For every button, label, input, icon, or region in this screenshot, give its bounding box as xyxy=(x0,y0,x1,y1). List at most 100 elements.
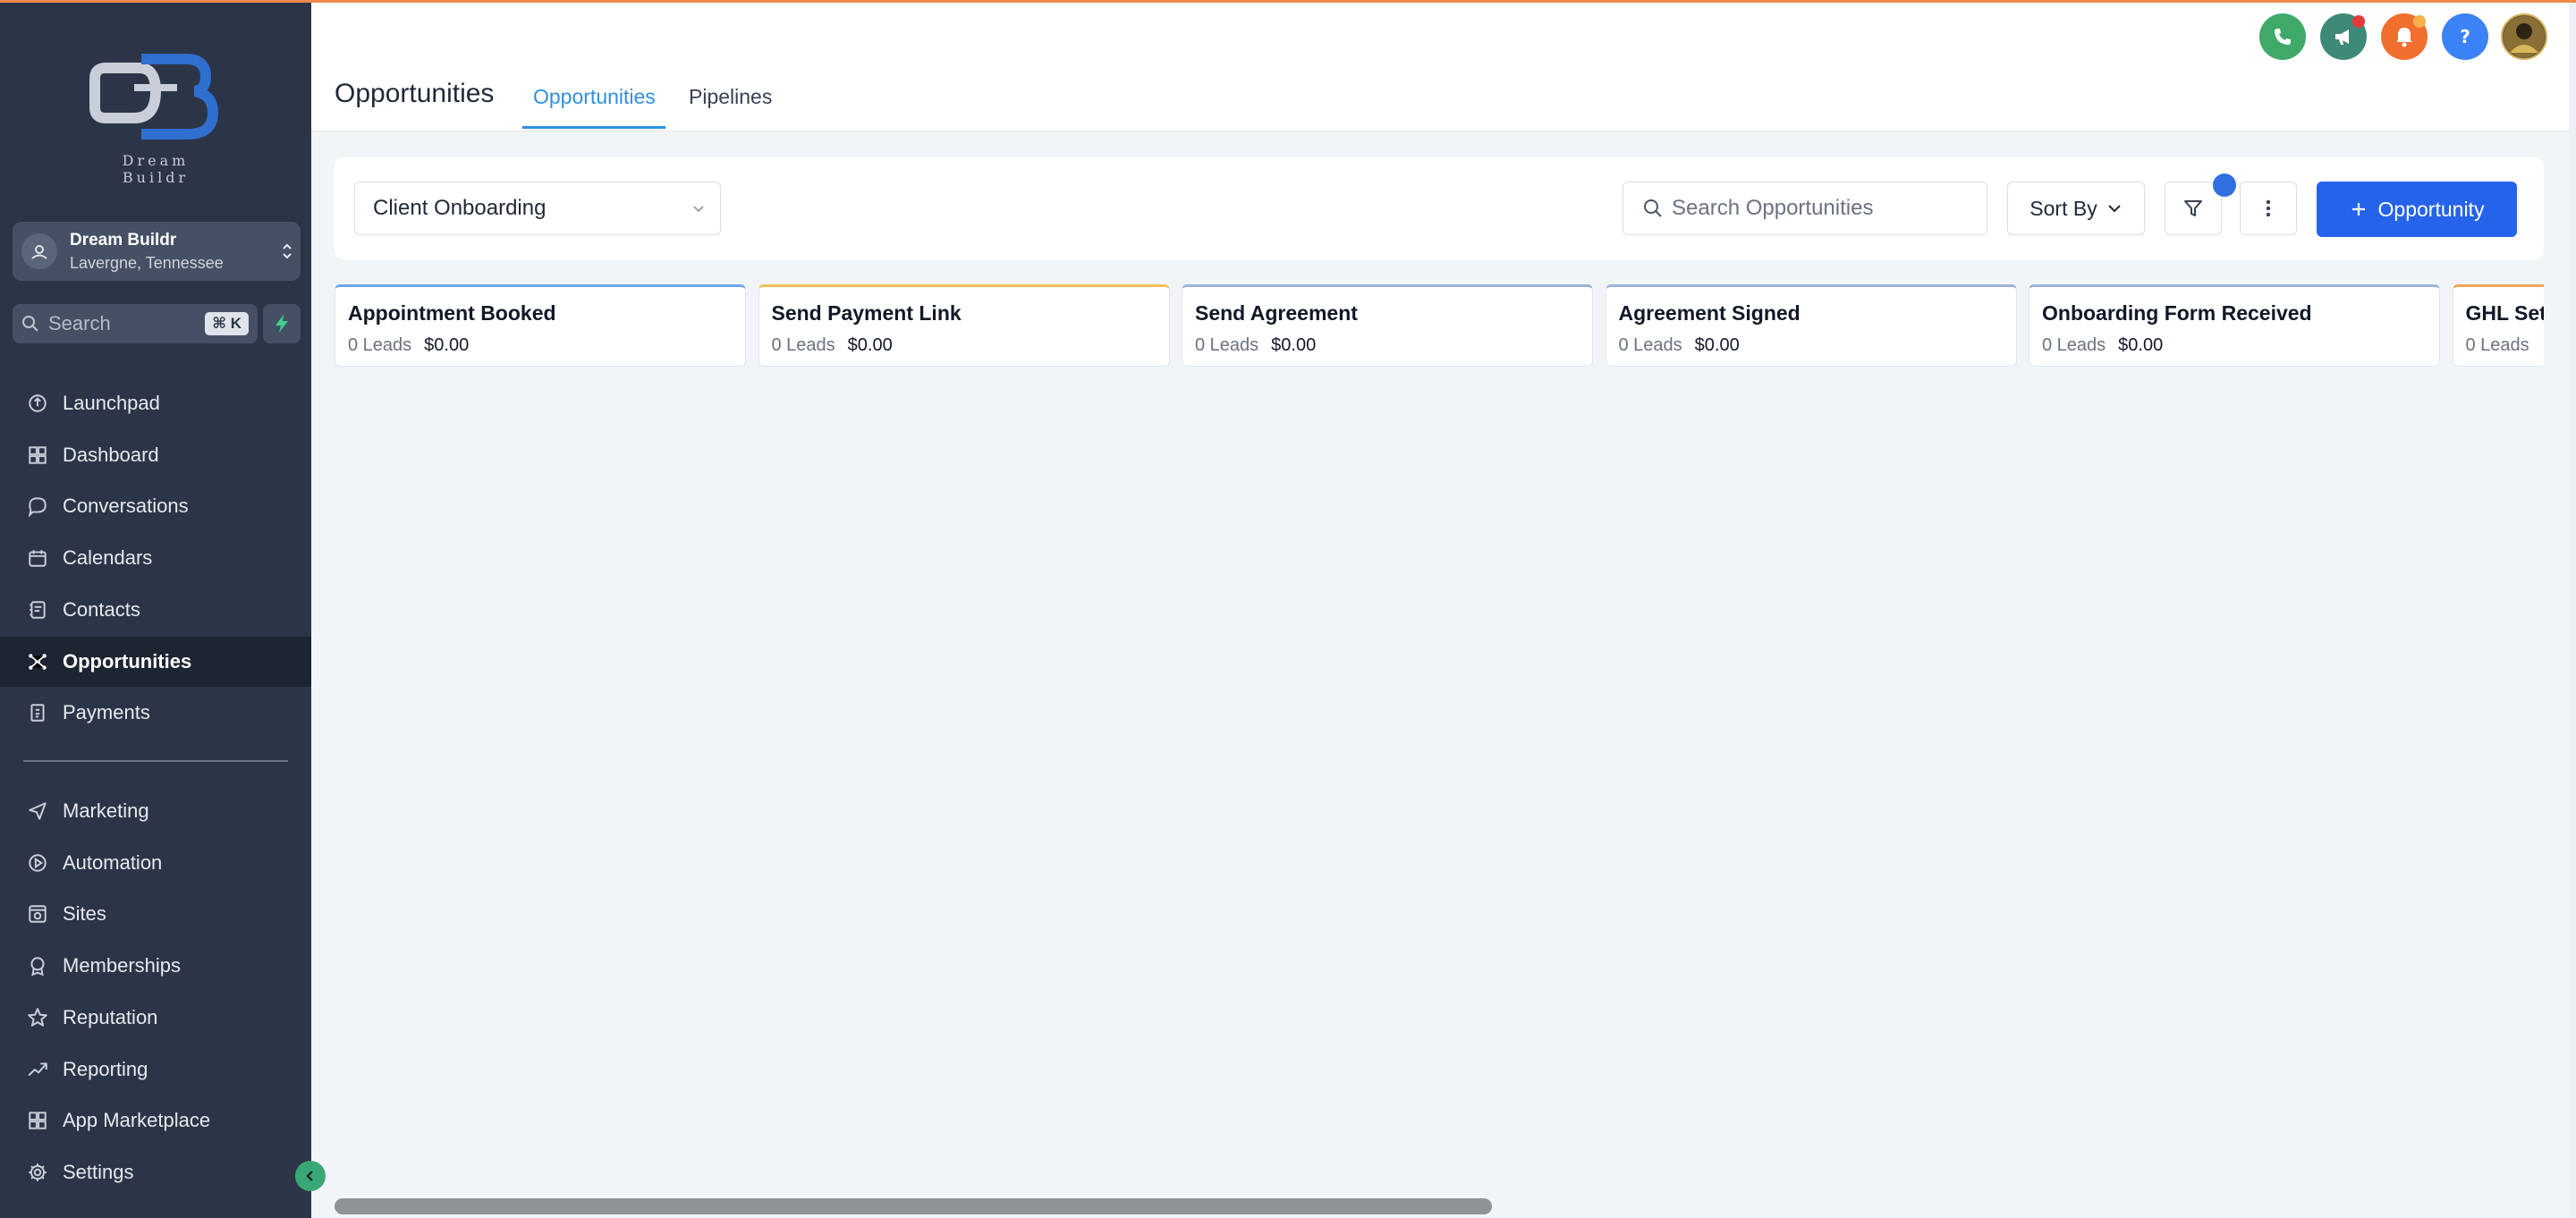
active-tab-indicator xyxy=(522,126,665,129)
filter-icon xyxy=(2184,200,2202,216)
opportunities-toolbar: Client Onboarding Search Opportunities S… xyxy=(335,157,2544,259)
sort-by-label: Sort By xyxy=(2029,196,2097,220)
grid-icon xyxy=(23,1106,52,1135)
user-avatar[interactable] xyxy=(2501,13,2547,60)
sidebar-item-reputation[interactable]: Reputation xyxy=(0,993,311,1043)
sidebar: Dream Buildr Dream Buildr Lavergne, Tenn… xyxy=(0,0,311,1218)
stage-lead-count: 0 Leads xyxy=(2465,335,2529,355)
sidebar-item-label: Calendars xyxy=(63,546,153,570)
stage-name: Onboarding Form Received xyxy=(2042,301,2312,325)
help-button[interactable]: ? xyxy=(2442,13,2488,60)
sites-icon xyxy=(23,900,52,928)
sidebar-item-payments[interactable]: Payments xyxy=(0,688,311,738)
stage-name: Send Agreement xyxy=(1195,301,1358,325)
stage-lead-count: 0 Leads xyxy=(348,335,412,355)
sidebar-item-label: Conversations xyxy=(63,495,189,518)
sidebar-item-launchpad[interactable]: Launchpad xyxy=(0,378,311,428)
stage-summary: 0 Leads $0.00 xyxy=(2042,335,2163,356)
stage-column-onboarding-form-received: Onboarding Form Received 0 Leads $0.00 xyxy=(2029,284,2440,367)
sidebar-item-opportunities[interactable]: Opportunities xyxy=(0,636,311,687)
dashboard-icon xyxy=(23,441,52,469)
stage-lead-count: 0 Leads xyxy=(2042,335,2106,355)
account-switcher[interactable]: Dream Buildr Lavergne, Tennessee xyxy=(13,222,301,281)
announcement-badge xyxy=(2352,15,2365,28)
sidebar-item-marketing[interactable]: Marketing xyxy=(0,786,311,836)
page-header: Opportunities Opportunities Pipelines ? xyxy=(311,3,2569,131)
sidebar-item-label: Dashboard xyxy=(63,443,159,466)
stage-summary: 0 Leads $0.00 xyxy=(348,335,469,356)
sidebar-item-automation[interactable]: Automation xyxy=(0,838,311,888)
badge-icon xyxy=(23,952,52,980)
sidebar-item-app-marketplace[interactable]: App Marketplace xyxy=(0,1095,311,1146)
sidebar-item-label: Launchpad xyxy=(63,392,160,414)
announcements-button[interactable] xyxy=(2320,13,2367,60)
opportunities-icon xyxy=(23,647,52,676)
stage-name: Agreement Signed xyxy=(1618,301,1801,325)
chevron-down-icon xyxy=(2107,205,2121,213)
collapse-sidebar-button[interactable] xyxy=(295,1161,326,1191)
pipeline-select[interactable]: Client Onboarding xyxy=(354,182,721,235)
sidebar-item-label: Automation xyxy=(63,850,163,874)
calendar-icon xyxy=(23,544,52,572)
logo-text: Dream Buildr xyxy=(122,152,190,186)
bell-icon xyxy=(2396,28,2412,47)
tab-opportunities[interactable]: Opportunities xyxy=(533,85,656,109)
send-icon xyxy=(23,797,52,825)
stage-lead-count: 0 Leads xyxy=(771,335,835,355)
sidebar-search[interactable]: Search ⌘ K xyxy=(13,304,258,343)
sidebar-item-sites[interactable]: Sites xyxy=(0,889,311,939)
tab-pipelines[interactable]: Pipelines xyxy=(689,85,772,109)
sidebar-item-calendars[interactable]: Calendars xyxy=(0,533,311,583)
sidebar-item-memberships[interactable]: Memberships xyxy=(0,941,311,991)
logo-mark-icon xyxy=(89,54,219,140)
sidebar-item-label: Payments xyxy=(63,701,150,724)
phone-icon xyxy=(2275,29,2291,45)
more-options-button[interactable] xyxy=(2240,182,2297,235)
stage-column-send-agreement: Send Agreement 0 Leads $0.00 xyxy=(1182,284,1593,367)
sidebar-item-reporting[interactable]: Reporting xyxy=(0,1045,311,1095)
stage-summary: 0 Leads $0.00 xyxy=(1619,335,1740,356)
stage-summary: 0 Leads $0.00 xyxy=(1195,335,1316,356)
launchpad-icon xyxy=(23,389,52,418)
payments-icon xyxy=(23,698,52,727)
pipeline-select-value: Client Onboarding xyxy=(373,196,547,220)
chat-bubble-icon xyxy=(23,492,52,520)
add-opportunity-button[interactable]: Opportunity xyxy=(2317,182,2517,237)
opportunity-search-input[interactable]: Search Opportunities xyxy=(1623,182,1987,235)
brand-logo[interactable]: Dream Buildr xyxy=(88,52,224,186)
filter-active-badge xyxy=(2213,173,2236,197)
stage-name: GHL Set xyxy=(2465,301,2545,325)
sidebar-item-label: Memberships xyxy=(63,954,182,977)
gear-icon xyxy=(23,1158,52,1187)
sidebar-item-dashboard[interactable]: Dashboard xyxy=(0,430,311,480)
sort-by-dropdown[interactable]: Sort By xyxy=(2007,182,2145,235)
scrollbar-thumb[interactable] xyxy=(335,1198,1492,1214)
notification-badge xyxy=(2413,15,2426,28)
stage-name: Send Payment Link xyxy=(771,301,962,325)
account-location: Lavergne, Tennessee xyxy=(70,253,224,272)
search-icon xyxy=(1644,199,1662,217)
pipeline-board: Appointment Booked 0 Leads $0.00 Send Payme… xyxy=(335,284,2544,374)
window-edge xyxy=(2569,0,2576,1218)
notifications-button[interactable] xyxy=(2381,13,2428,60)
sidebar-item-conversations[interactable]: Conversations xyxy=(0,481,311,531)
quick-actions-button[interactable] xyxy=(263,304,301,343)
sidebar-item-label: Settings xyxy=(63,1160,134,1183)
sidebar-item-contacts[interactable]: Contacts xyxy=(0,585,311,635)
star-icon xyxy=(23,1003,52,1032)
sidebar-item-label: Reporting xyxy=(63,1057,148,1080)
stage-summary: 0 Leads $0.00 xyxy=(772,335,893,356)
sidebar-item-label: Marketing xyxy=(63,799,149,822)
contacts-icon xyxy=(23,596,52,624)
sidebar-item-settings[interactable]: Settings xyxy=(0,1147,311,1197)
lightning-icon xyxy=(275,315,288,333)
stage-column-ghl-set: GHL Set 0 Leads xyxy=(2452,284,2545,367)
stage-column-send-payment-link: Send Payment Link 0 Leads $0.00 xyxy=(758,284,1170,367)
search-shortcut: ⌘ K xyxy=(205,312,249,335)
stage-name: Appointment Booked xyxy=(348,301,556,325)
kebab-menu-icon xyxy=(2266,199,2271,217)
chevron-left-icon xyxy=(306,1171,313,1181)
megaphone-icon xyxy=(2335,30,2349,45)
horizontal-scrollbar[interactable] xyxy=(335,1197,2544,1214)
phone-button[interactable] xyxy=(2259,13,2306,60)
